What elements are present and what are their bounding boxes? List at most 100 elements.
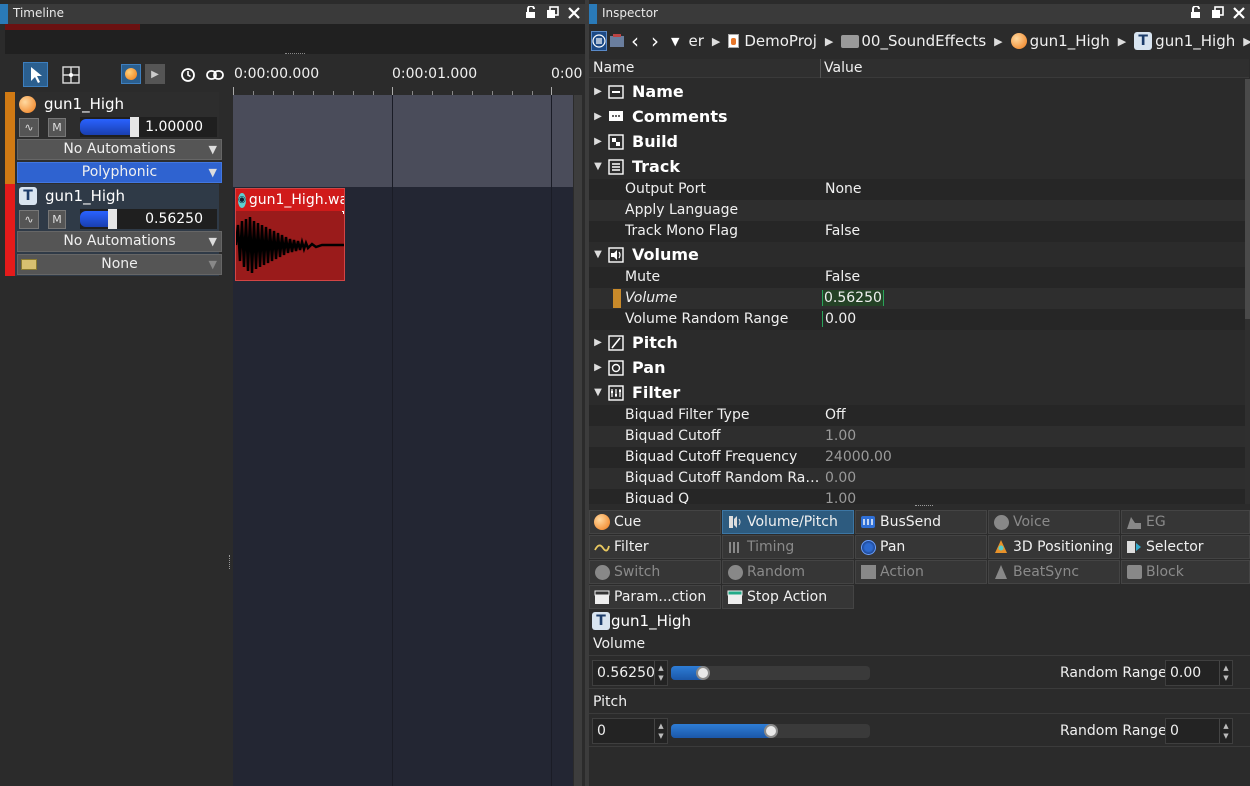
voice-mode-dropdown[interactable]: Polyphonic ▼ — [17, 162, 222, 183]
collapse-icon[interactable]: ▼ — [589, 387, 607, 398]
maximize-icon[interactable] — [1210, 5, 1225, 20]
volume-slider[interactable]: 0.56250 — [80, 209, 217, 229]
grid-view-button[interactable] — [609, 31, 625, 51]
envelope-button[interactable]: ∿ — [19, 209, 39, 229]
forward-button[interactable]: › — [651, 31, 659, 51]
tab-stop-action[interactable]: Stop Action — [722, 585, 854, 609]
volume-slider[interactable]: 1.00000 — [80, 117, 217, 137]
expand-icon[interactable]: ▶ — [589, 111, 607, 122]
column-value[interactable]: Value — [824, 60, 862, 76]
cue-mode-button[interactable] — [121, 64, 141, 84]
property-value[interactable]: 0.00 — [822, 311, 856, 327]
pin-icon[interactable] — [1189, 5, 1204, 20]
property-row-volume[interactable]: Volume 0.56250 — [589, 288, 1245, 309]
property-row[interactable]: Output Port None — [589, 179, 1245, 200]
scroll-thumb[interactable] — [1245, 79, 1250, 319]
category-pitch[interactable]: ▶ Pitch — [589, 330, 1245, 355]
tab-block[interactable]: Block — [1121, 560, 1250, 584]
close-icon[interactable] — [566, 5, 581, 20]
pitch-hslider[interactable] — [671, 724, 870, 738]
expand-icon[interactable]: ▶ — [589, 86, 607, 97]
scroll-thumb[interactable] — [574, 95, 582, 786]
breadcrumb-item[interactable]: DemoProj — [744, 32, 817, 50]
volume-thumb[interactable] — [108, 209, 117, 229]
tab-beatsync[interactable]: BeatSync — [988, 560, 1120, 584]
spin-arrows-icon[interactable]: ▲ ▼ — [654, 719, 667, 743]
property-row[interactable]: Mute False — [589, 267, 1245, 288]
category-build[interactable]: ▶ Build — [589, 129, 1245, 154]
category-comments[interactable]: ▶ Comments — [589, 104, 1245, 129]
property-grid-scrollbar[interactable] — [1245, 79, 1250, 504]
resize-handle[interactable] — [229, 555, 232, 569]
select-tool-button[interactable] — [23, 62, 48, 87]
waveform-clip[interactable]: ◉ gun1_High.wav — [235, 188, 345, 281]
tab-voice[interactable]: Voice — [988, 510, 1120, 534]
property-value[interactable]: None — [825, 181, 862, 197]
spin-arrows-icon[interactable]: ▲ ▼ — [1219, 661, 1232, 685]
clock-button[interactable] — [175, 62, 200, 87]
maximize-icon[interactable] — [545, 5, 560, 20]
volume-hslider-knob[interactable] — [696, 666, 710, 680]
tab-random[interactable]: Random — [722, 560, 854, 584]
property-row[interactable]: Volume Random Range 0.00 — [589, 309, 1245, 330]
expand-icon[interactable]: ▶ — [589, 136, 607, 147]
track-header-cue[interactable]: gun1_High ∿ M 1.00000 No Automations ▼ Po… — [5, 92, 222, 184]
history-dropdown-icon[interactable]: ▼ — [671, 35, 679, 48]
automation-dropdown[interactable]: No Automations ▼ — [17, 139, 222, 160]
volume-thumb[interactable] — [130, 117, 139, 137]
output-dropdown[interactable]: None ▼ — [17, 254, 222, 275]
category-volume[interactable]: ▼ Volume — [589, 242, 1245, 267]
property-row[interactable]: Biquad Filter Type Off — [589, 405, 1245, 426]
breadcrumb-item[interactable]: er — [688, 32, 703, 50]
volume-random-spinbox[interactable]: 0.00 ▲ ▼ — [1165, 660, 1233, 686]
link-button[interactable] — [202, 62, 227, 87]
property-row[interactable]: Biquad Cutoff 1.00 — [589, 426, 1245, 447]
breadcrumb-item[interactable]: gun1_High — [1155, 32, 1235, 50]
pin-icon[interactable] — [524, 5, 539, 20]
breadcrumb-item[interactable]: 00_SoundEffects — [861, 32, 986, 50]
property-value-editor[interactable]: 0.56250 — [822, 290, 884, 306]
tab-cue[interactable]: Cue — [589, 510, 721, 534]
expand-icon[interactable]: ▶ — [589, 337, 607, 348]
property-row[interactable]: Biquad Q 1.00 — [589, 489, 1245, 504]
mute-button[interactable]: M — [48, 209, 66, 229]
tab-bussend[interactable]: BusSend — [855, 510, 987, 534]
tab-volume-pitch[interactable]: Volume/Pitch — [722, 510, 854, 534]
category-track[interactable]: ▼ Track — [589, 154, 1245, 179]
tab-filter[interactable]: Filter — [589, 535, 721, 559]
tab-action[interactable]: Action — [855, 560, 987, 584]
property-row[interactable]: Track Mono Flag False — [589, 221, 1245, 242]
spin-arrows-icon[interactable]: ▲ ▼ — [1219, 719, 1232, 743]
collapse-icon[interactable]: ▼ — [589, 249, 607, 260]
column-divider[interactable] — [820, 59, 821, 78]
timeline-ruler[interactable]: 0:00:00.000 0:00:01.000 0:00 — [233, 58, 582, 95]
pitch-hslider-knob[interactable] — [764, 724, 778, 738]
track-header-track[interactable]: T gun1_High ∿ M 0.56250 No Automations ▼ … — [5, 184, 222, 276]
split-tool-button[interactable] — [58, 62, 83, 87]
tab-timing[interactable]: Timing — [722, 535, 854, 559]
property-value[interactable]: Off — [825, 407, 846, 423]
property-row[interactable]: Apply Language — [589, 200, 1245, 221]
automation-dropdown[interactable]: No Automations ▼ — [17, 231, 222, 252]
splitter-grip[interactable] — [285, 53, 305, 56]
property-row[interactable]: Biquad Cutoff Frequency 24000.00 — [589, 447, 1245, 468]
splitter-grip[interactable] — [915, 505, 933, 508]
list-view-button[interactable] — [591, 31, 607, 51]
breadcrumb-item[interactable]: gun1_High — [1030, 32, 1110, 50]
back-button[interactable]: ‹ — [631, 31, 639, 51]
tab-pan[interactable]: Pan — [855, 535, 987, 559]
cue-lane[interactable] — [233, 95, 573, 187]
pitch-spinbox[interactable]: 0 ▲ ▼ — [592, 718, 668, 744]
expand-icon[interactable]: ▶ — [589, 362, 607, 373]
category-name[interactable]: ▶ Name — [589, 79, 1245, 104]
track-lanes[interactable]: ◉ gun1_High.wav — [233, 95, 573, 786]
tab-switch[interactable]: Switch — [589, 560, 721, 584]
tab-eg[interactable]: EG — [1121, 510, 1250, 534]
column-name[interactable]: Name — [593, 60, 634, 76]
property-row[interactable]: Biquad Cutoff Random Ran... 0.00 — [589, 468, 1245, 489]
pitch-random-spinbox[interactable]: 0 ▲ ▼ — [1165, 718, 1233, 744]
volume-spinbox[interactable]: 0.56250 ▲ ▼ — [592, 660, 668, 686]
collapse-icon[interactable]: ▼ — [589, 161, 607, 172]
category-filter[interactable]: ▼ Filter — [589, 380, 1245, 405]
tab-selector[interactable]: Selector — [1121, 535, 1250, 559]
